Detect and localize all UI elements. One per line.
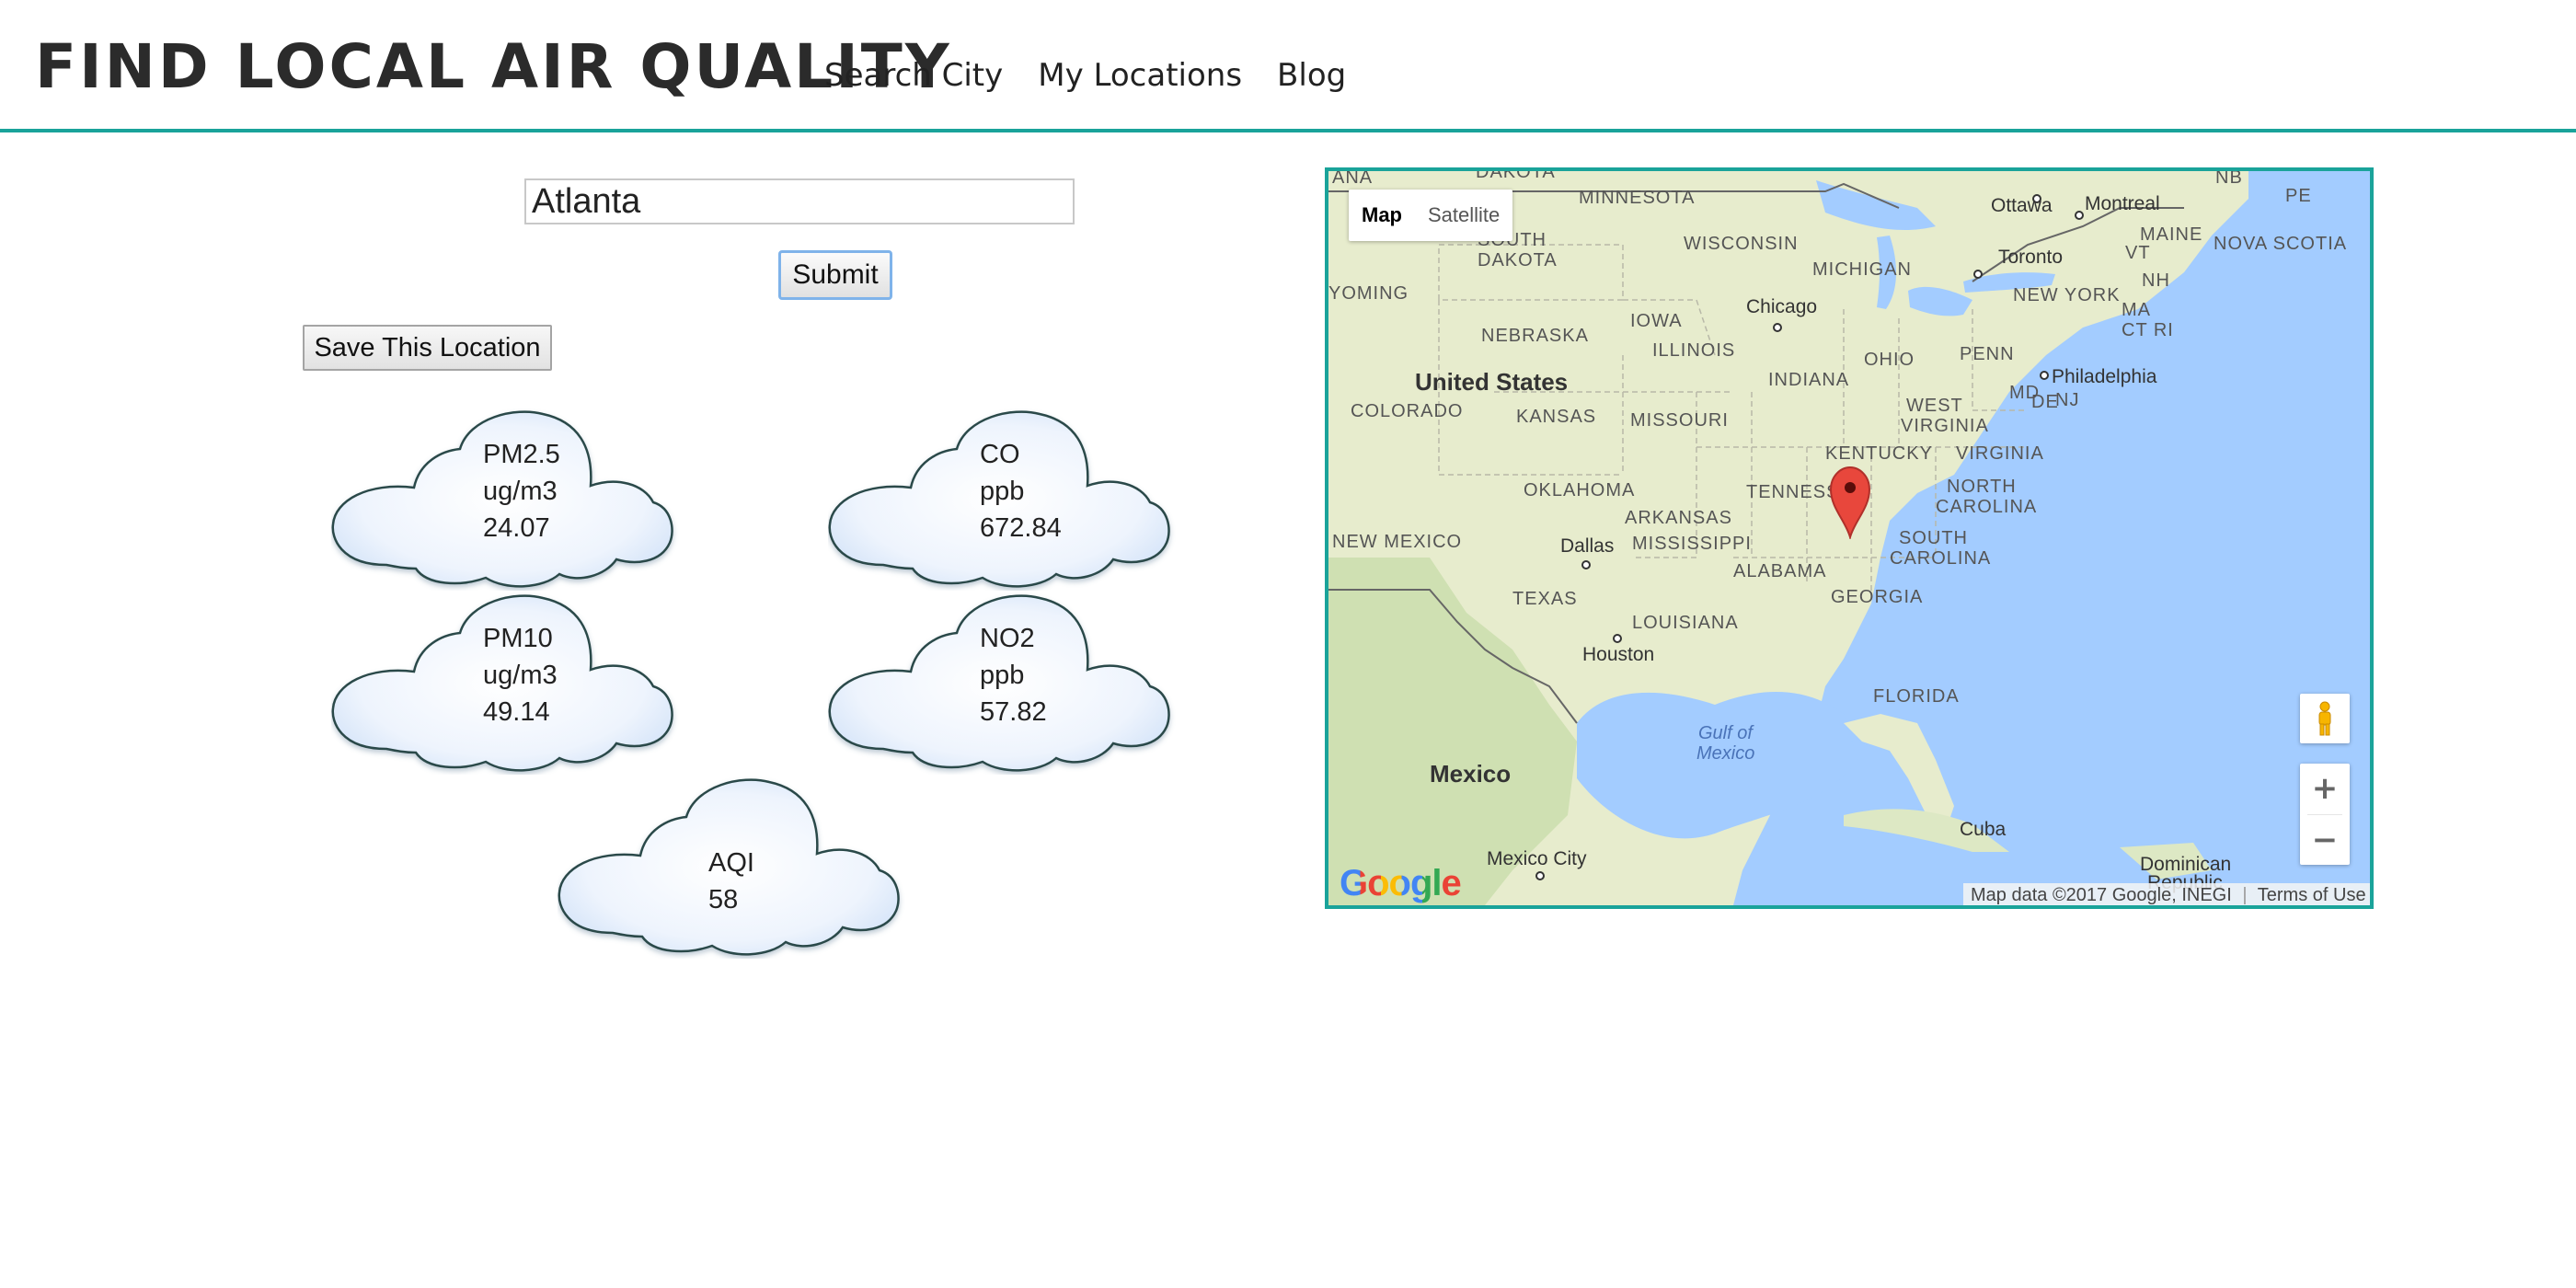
pollutant-value: 672.84 bbox=[980, 513, 1062, 543]
map-label: SOUTH bbox=[1899, 528, 1968, 548]
map-label: OHIO bbox=[1864, 350, 1915, 370]
map-label: DAKOTA bbox=[1478, 250, 1558, 270]
co-cloud: CO ppb 672.84 bbox=[828, 407, 1178, 591]
pollutant-unit: ppb bbox=[980, 477, 1025, 506]
pm10-cloud: PM10 ug/m3 49.14 bbox=[331, 591, 681, 775]
map-label: MINNESOTA bbox=[1579, 188, 1696, 208]
map-label: MISSOURI bbox=[1630, 410, 1729, 431]
map-label: NH bbox=[2142, 270, 2170, 291]
map-label: NOVA SCOTIA bbox=[2214, 234, 2348, 254]
site-header: FIND LOCAL AIR QUALITY Search City My Lo… bbox=[0, 0, 2576, 132]
street-view-pegman-icon[interactable] bbox=[2300, 694, 2350, 743]
map-label: NEW YORK bbox=[2013, 285, 2121, 305]
aqi-value: 58 bbox=[708, 885, 739, 914]
map-label: United States bbox=[1415, 368, 1569, 396]
map-label: VIRGINIA bbox=[1901, 416, 1989, 436]
map-label: CAROLINA bbox=[1890, 548, 1992, 569]
pollutant-name: PM2.5 bbox=[483, 440, 560, 469]
map-label: NJ bbox=[2055, 390, 2080, 410]
city-search-input[interactable] bbox=[524, 178, 1075, 224]
map-attribution: Map data ©2017 Google, INEGI | Terms of … bbox=[1963, 883, 2370, 905]
map-label: Mexico City bbox=[1487, 848, 1587, 869]
map-label: CAROLINA bbox=[1936, 497, 2038, 517]
pollutant-name: PM10 bbox=[483, 624, 553, 653]
map-label: VIRGINIA bbox=[1956, 443, 2044, 464]
zoom-in-button[interactable]: + bbox=[2300, 764, 2350, 814]
map-label: DAKOTA bbox=[1476, 167, 1556, 182]
map-label: MISSISSIPPI bbox=[1632, 534, 1752, 554]
pollutant-name: NO2 bbox=[980, 624, 1035, 653]
nav-my-locations[interactable]: My Locations bbox=[1038, 57, 1242, 94]
map-label: CT RI bbox=[2122, 320, 2174, 340]
map-label: VT bbox=[2125, 243, 2151, 263]
map-label: Toronto bbox=[1998, 247, 2064, 268]
map-label: OKLAHOMA bbox=[1524, 480, 1636, 500]
google-logo: Google bbox=[1340, 863, 1462, 904]
map-view[interactable]: ANA DAKOTA MINNESOTA Ottawa Montreal NB … bbox=[1325, 167, 2374, 909]
pollutant-value: 49.14 bbox=[483, 697, 550, 727]
submit-button[interactable]: Submit bbox=[778, 250, 892, 300]
map-label: Philadelphia bbox=[2052, 366, 2157, 387]
zoom-control: + − bbox=[2300, 764, 2350, 865]
main-nav: Search City My Locations Blog bbox=[824, 57, 1346, 94]
zoom-out-button[interactable]: − bbox=[2300, 815, 2350, 866]
site-title: FIND LOCAL AIR QUALITY bbox=[35, 31, 952, 102]
pollutant-unit: ug/m3 bbox=[483, 477, 558, 506]
map-label: Ottawa bbox=[1991, 195, 2053, 216]
map-label: INDIANA bbox=[1768, 370, 1850, 390]
map-label: ANA bbox=[1332, 167, 1374, 188]
map-label: Chicago bbox=[1746, 296, 1818, 317]
nav-search-city[interactable]: Search City bbox=[824, 57, 1003, 94]
map-type-map-button[interactable]: Map bbox=[1349, 190, 1415, 241]
pm25-cloud: PM2.5 ug/m3 24.07 bbox=[331, 407, 681, 591]
map-label: PE bbox=[2285, 186, 2312, 206]
terms-of-use-link[interactable]: Terms of Use bbox=[2258, 885, 2366, 905]
map-label: Montreal bbox=[2085, 193, 2160, 214]
map-data-credit: Map data ©2017 Google, INEGI bbox=[1971, 885, 2232, 905]
map-label: GEORGIA bbox=[1831, 587, 1924, 607]
map-label: WEST bbox=[1906, 396, 1963, 416]
save-location-button[interactable]: Save This Location bbox=[303, 325, 552, 371]
map-label: LOUISIANA bbox=[1632, 613, 1739, 633]
aqi-cloud: AQI 58 bbox=[558, 775, 907, 959]
map-label: MICHIGAN bbox=[1812, 259, 1912, 280]
map-label: ARKANSAS bbox=[1625, 508, 1732, 528]
pollutant-name: CO bbox=[980, 440, 1020, 469]
pollutant-unit: ppb bbox=[980, 661, 1025, 690]
map-label: Gulf of bbox=[1698, 723, 1753, 743]
map-label: Houston bbox=[1582, 644, 1655, 665]
map-label: KENTUCKY bbox=[1825, 443, 1933, 464]
map-label: Dallas bbox=[1560, 535, 1615, 557]
map-label: NORTH bbox=[1947, 477, 2017, 497]
map-marker-icon[interactable] bbox=[1827, 466, 1873, 539]
pollutant-value: 57.82 bbox=[980, 697, 1047, 727]
pegman-icon bbox=[2318, 701, 2331, 736]
map-label: FLORIDA bbox=[1873, 686, 1960, 707]
map-label: Mexico bbox=[1430, 760, 1512, 788]
map-label: TEXAS bbox=[1512, 589, 1578, 609]
map-label: KANSAS bbox=[1516, 407, 1597, 427]
map-type-control: Map Satellite bbox=[1349, 190, 1513, 241]
map-label: YOMING bbox=[1328, 283, 1409, 304]
map-type-satellite-button[interactable]: Satellite bbox=[1415, 190, 1512, 241]
map-label: NEBRASKA bbox=[1481, 326, 1589, 346]
map-label: Cuba bbox=[1960, 819, 2007, 840]
map-label: NB bbox=[2215, 167, 2243, 188]
pollutant-value: 24.07 bbox=[483, 513, 550, 543]
google-logo-text: Google bbox=[1340, 863, 1462, 903]
map-label: NEW MEXICO bbox=[1332, 532, 1463, 552]
map-label: ILLINOIS bbox=[1652, 340, 1736, 361]
map-label: MA bbox=[2122, 300, 2151, 320]
map-label: IOWA bbox=[1630, 311, 1683, 331]
map-label: ALABAMA bbox=[1733, 561, 1827, 581]
map-label: COLORADO bbox=[1351, 401, 1464, 421]
no2-cloud: NO2 ppb 57.82 bbox=[828, 591, 1178, 775]
nav-blog[interactable]: Blog bbox=[1277, 57, 1346, 94]
pollutant-unit: ug/m3 bbox=[483, 661, 558, 690]
aqi-label: AQI bbox=[708, 848, 754, 878]
map-label: WISCONSIN bbox=[1684, 234, 1799, 254]
map-label: PENN bbox=[1960, 344, 2015, 364]
map-label: Mexico bbox=[1696, 743, 1755, 764]
